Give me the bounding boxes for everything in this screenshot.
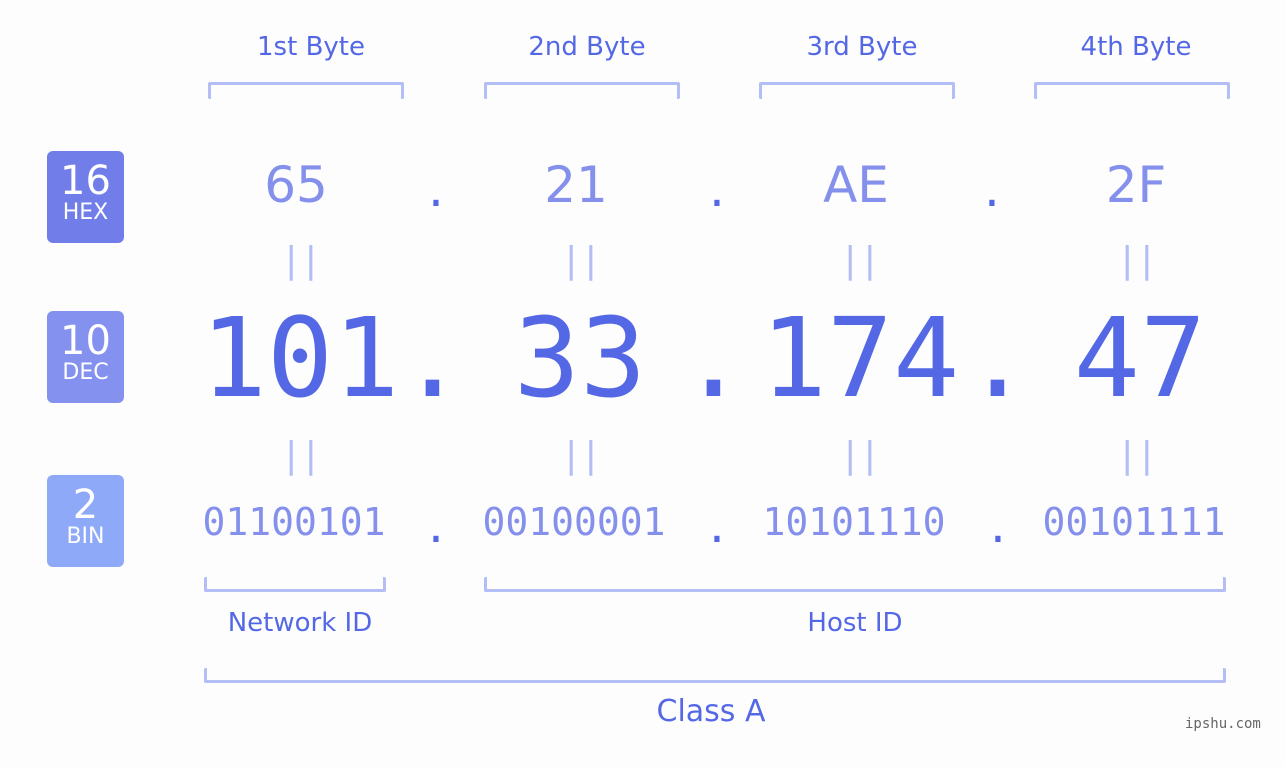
bin-badge-label: BIN xyxy=(66,524,105,549)
host-id-label: Host ID xyxy=(807,608,903,638)
byte-label-4: 4th Byte xyxy=(1080,32,1192,62)
dec-octet-2: 33 xyxy=(513,294,647,422)
hex-octet-1: 65 xyxy=(264,156,328,214)
equals-sign: || xyxy=(560,240,601,281)
equals-sign: || xyxy=(839,240,880,281)
bin-octet-2: 00100001 xyxy=(482,500,666,544)
hex-octet-2: 21 xyxy=(544,156,608,214)
hex-octet-4: 2F xyxy=(1105,156,1167,214)
bin-separator-3: . xyxy=(990,496,1006,554)
dec-separator-3: . xyxy=(964,294,1031,422)
equals-sign: || xyxy=(280,435,321,476)
byte-bracket-1 xyxy=(208,82,404,99)
dec-octet-1: 101 xyxy=(200,294,400,422)
dec-badge-number: 10 xyxy=(60,318,111,364)
hex-octet-3: AE xyxy=(823,156,889,214)
equals-sign: || xyxy=(280,240,321,281)
equals-sign: || xyxy=(1116,240,1157,281)
class-label: Class A xyxy=(656,694,766,729)
watermark: ipshu.com xyxy=(1185,716,1261,732)
class-bracket xyxy=(204,668,1226,683)
dec-octet-4: 47 xyxy=(1073,294,1207,422)
dec-separator-2: . xyxy=(680,294,747,422)
bin-separator-1: . xyxy=(428,496,444,554)
equals-sign: || xyxy=(839,435,880,476)
host-id-bracket xyxy=(484,577,1226,592)
dec-separator-1: . xyxy=(399,294,466,422)
bin-badge-number: 2 xyxy=(72,482,99,528)
network-id-label: Network ID xyxy=(227,608,373,638)
byte-label-2: 2nd Byte xyxy=(528,32,646,62)
hex-separator-2: . xyxy=(709,160,725,218)
dec-badge-label: DEC xyxy=(62,360,109,385)
equals-sign: || xyxy=(560,435,601,476)
bin-octet-3: 10101110 xyxy=(762,500,946,544)
bin-badge: 2 BIN xyxy=(47,475,124,567)
hex-separator-1: . xyxy=(428,160,444,218)
dec-octet-3: 174 xyxy=(760,294,960,422)
dec-badge: 10 DEC xyxy=(47,311,124,403)
hex-separator-3: . xyxy=(984,160,1000,218)
hex-badge: 16 HEX xyxy=(47,151,124,243)
bin-octet-1: 01100101 xyxy=(202,500,386,544)
byte-bracket-2 xyxy=(484,82,680,99)
byte-label-1: 1st Byte xyxy=(257,32,365,62)
equals-sign: || xyxy=(1116,435,1157,476)
network-id-bracket xyxy=(204,577,386,592)
byte-bracket-4 xyxy=(1034,82,1230,99)
byte-label-3: 3rd Byte xyxy=(806,32,918,62)
hex-badge-number: 16 xyxy=(60,158,111,204)
bin-separator-2: . xyxy=(709,496,725,554)
byte-bracket-3 xyxy=(759,82,955,99)
bin-octet-4: 00101111 xyxy=(1042,500,1226,544)
hex-badge-label: HEX xyxy=(62,200,109,225)
